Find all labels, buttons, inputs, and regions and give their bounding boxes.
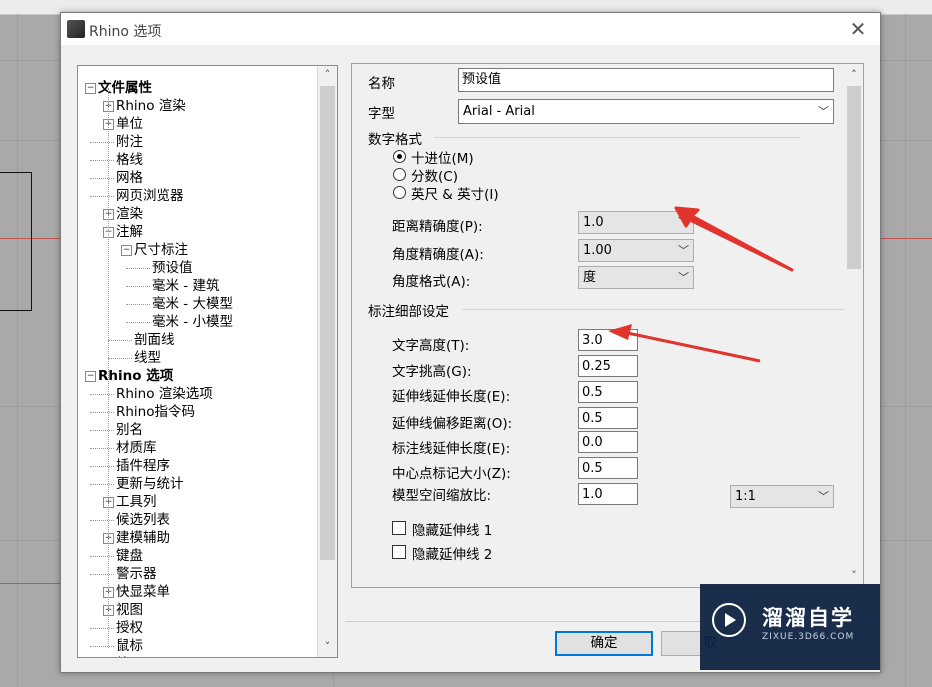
watermark-url: ZIXUE.3D66.COM: [762, 632, 855, 642]
annotation-arrow: [617, 329, 761, 363]
watermark: 溜溜自学 ZIXUE.3D66.COM: [700, 584, 880, 670]
annotation-arrow: [691, 214, 793, 272]
play-circle-icon: [712, 603, 746, 637]
watermark-brand: 溜溜自学: [762, 606, 854, 630]
